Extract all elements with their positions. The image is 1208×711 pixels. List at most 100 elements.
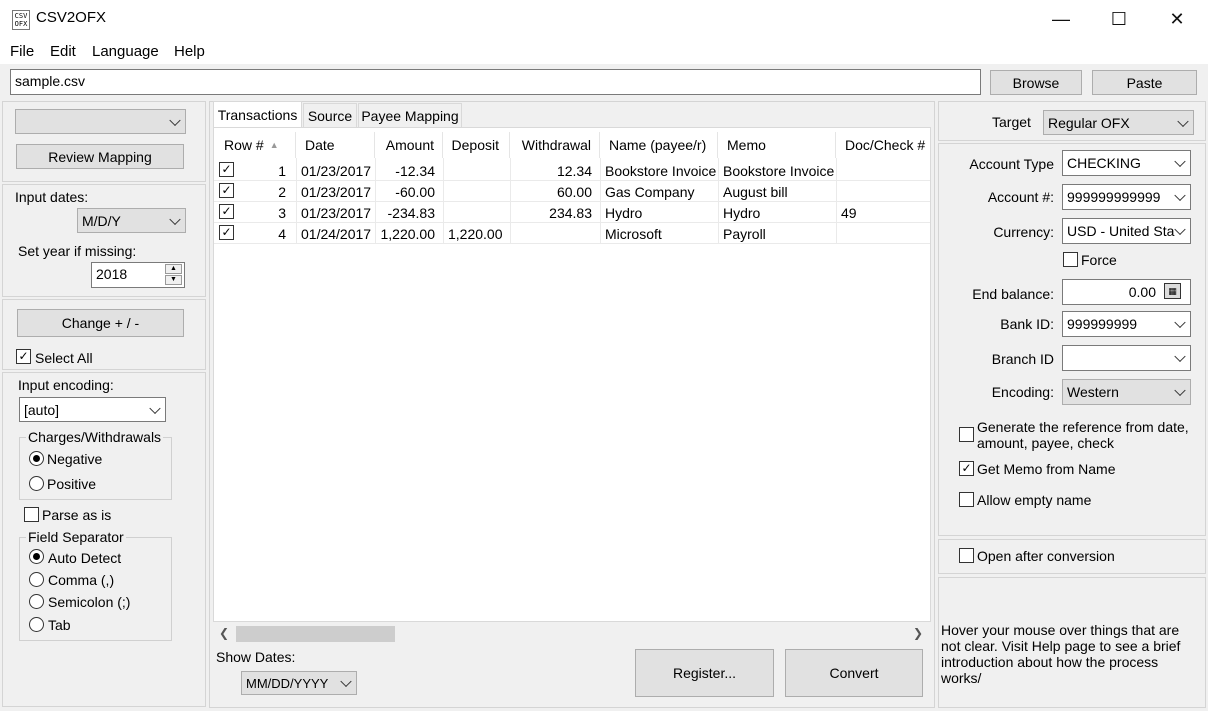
- browse-button[interactable]: Browse: [990, 70, 1082, 95]
- cell-amount[interactable]: -60.00: [376, 181, 443, 202]
- cell-name[interactable]: Hydro: [601, 202, 718, 223]
- positive-radio[interactable]: [29, 476, 44, 491]
- bank-id-dropdown[interactable]: 999999999: [1062, 311, 1191, 337]
- cell-doc[interactable]: [837, 181, 930, 202]
- cell-name[interactable]: Gas Company: [601, 181, 718, 202]
- minimize-button[interactable]: —: [1032, 0, 1090, 38]
- cell-memo[interactable]: August bill: [719, 181, 836, 202]
- cell-withdrawal[interactable]: 12.34: [511, 160, 600, 181]
- generate-reference-checkbox[interactable]: [959, 427, 974, 442]
- header-name[interactable]: Name (payee/r): [601, 132, 718, 158]
- menu-file[interactable]: File: [10, 43, 34, 60]
- cell-date[interactable]: 01/23/2017: [297, 160, 375, 181]
- tab-radio[interactable]: [29, 617, 44, 632]
- tab-transactions[interactable]: Transactions: [213, 101, 302, 128]
- register-button[interactable]: Register...: [635, 649, 774, 697]
- cell-amount[interactable]: 1,220.00: [376, 223, 443, 244]
- memo-from-name-checkbox[interactable]: ✓: [959, 461, 974, 476]
- cell-name[interactable]: Bookstore Invoice: [601, 160, 718, 181]
- cell-doc[interactable]: [837, 160, 930, 181]
- cell-deposit[interactable]: [444, 202, 510, 223]
- cell-memo[interactable]: Hydro: [719, 202, 836, 223]
- header-doc[interactable]: Doc/Check #: [837, 132, 930, 158]
- generate-reference-line1: Generate the reference from date,: [977, 419, 1189, 435]
- cell-num[interactable]: 1: [214, 160, 290, 181]
- account-type-value: CHECKING: [1067, 155, 1141, 171]
- cell-deposit[interactable]: [444, 181, 510, 202]
- cell-memo[interactable]: Payroll: [719, 223, 836, 244]
- header-deposit[interactable]: Deposit: [444, 132, 510, 158]
- account-type-dropdown[interactable]: CHECKING: [1062, 150, 1191, 176]
- header-date[interactable]: Date: [297, 132, 375, 158]
- menu-help[interactable]: Help: [174, 43, 205, 60]
- maximize-button[interactable]: ☐: [1090, 0, 1148, 38]
- header-amount[interactable]: Amount: [376, 132, 443, 158]
- review-mapping-button[interactable]: Review Mapping: [16, 144, 184, 169]
- show-dates-dropdown[interactable]: MM/DD/YYYY: [241, 671, 357, 695]
- stepper-down-icon[interactable]: ▼: [165, 275, 182, 285]
- open-after-checkbox[interactable]: [959, 548, 974, 563]
- allow-empty-name-checkbox[interactable]: [959, 492, 974, 507]
- title-bar: [0, 0, 1208, 38]
- end-balance-value: 0.00: [1128, 284, 1156, 300]
- stepper-up-icon[interactable]: ▲: [165, 264, 182, 274]
- semicolon-radio[interactable]: [29, 594, 44, 609]
- comma-radio[interactable]: [29, 572, 44, 587]
- cell-amount[interactable]: -234.83: [376, 202, 443, 223]
- target-dropdown[interactable]: Regular OFX: [1043, 110, 1194, 135]
- cell-num[interactable]: 4: [214, 223, 290, 244]
- header-withdrawal[interactable]: Withdrawal: [511, 132, 600, 158]
- input-encoding-dropdown[interactable]: [auto]: [19, 397, 166, 422]
- scroll-left-icon[interactable]: ❮: [219, 626, 229, 640]
- tab-payee-mapping[interactable]: Payee Mapping: [358, 103, 462, 127]
- cell-amount[interactable]: -12.34: [376, 160, 443, 181]
- scrollbar-thumb[interactable]: [236, 626, 395, 642]
- cell-memo[interactable]: Bookstore Invoice: [719, 160, 836, 181]
- currency-dropdown[interactable]: USD - United Sta: [1062, 218, 1191, 244]
- input-dates-dropdown[interactable]: M/D/Y: [77, 208, 186, 233]
- cell-num[interactable]: 3: [214, 202, 290, 223]
- cell-name[interactable]: Microsoft: [601, 223, 718, 244]
- cell-doc[interactable]: [837, 223, 930, 244]
- convert-button[interactable]: Convert: [785, 649, 923, 697]
- paste-button[interactable]: Paste: [1092, 70, 1197, 95]
- cell-withdrawal[interactable]: 234.83: [511, 202, 600, 223]
- parse-as-is-checkbox[interactable]: [24, 507, 39, 522]
- header-row-num[interactable]: Row # ▲: [214, 132, 296, 158]
- cell-date[interactable]: 01/24/2017: [297, 223, 375, 244]
- allow-empty-name-label: Allow empty name: [977, 492, 1092, 508]
- change-sign-button[interactable]: Change + / -: [17, 309, 184, 337]
- cell-withdrawal[interactable]: 60.00: [511, 181, 600, 202]
- app-icon: CSV OFX: [12, 10, 30, 30]
- profile-dropdown[interactable]: [15, 109, 186, 134]
- cell-withdrawal[interactable]: [511, 223, 600, 244]
- encoding-dropdown[interactable]: Western: [1062, 379, 1191, 405]
- force-checkbox[interactable]: [1063, 252, 1078, 267]
- close-button[interactable]: ✕: [1148, 0, 1206, 38]
- cell-date[interactable]: 01/23/2017: [297, 181, 375, 202]
- header-memo[interactable]: Memo: [719, 132, 836, 158]
- negative-radio[interactable]: [29, 451, 44, 466]
- cell-num[interactable]: 2: [214, 181, 290, 202]
- chevron-down-icon: [1174, 189, 1186, 202]
- header-row-num-label: Row #: [224, 137, 264, 153]
- branch-id-dropdown[interactable]: [1062, 345, 1191, 371]
- menu-language[interactable]: Language: [92, 43, 159, 60]
- calculator-icon[interactable]: ▦: [1164, 283, 1181, 299]
- select-all-checkbox[interactable]: ✓: [16, 349, 31, 364]
- chevron-down-icon: [169, 213, 181, 225]
- chevron-down-icon: [149, 402, 161, 414]
- separator-group-title: Field Separator: [26, 529, 126, 545]
- auto-detect-radio[interactable]: [29, 549, 44, 564]
- cell-date[interactable]: 01/23/2017: [297, 202, 375, 223]
- cell-deposit[interactable]: 1,220.00: [444, 223, 510, 244]
- file-path-input[interactable]: sample.csv: [10, 69, 981, 95]
- column-divider: [443, 158, 444, 244]
- scroll-right-icon[interactable]: ❯: [913, 626, 923, 640]
- cell-doc[interactable]: 49: [837, 202, 930, 223]
- account-number-dropdown[interactable]: 999999999999: [1062, 184, 1191, 210]
- menu-edit[interactable]: Edit: [50, 43, 76, 60]
- tab-source[interactable]: Source: [303, 103, 357, 127]
- memo-from-name-label: Get Memo from Name: [977, 461, 1116, 477]
- cell-deposit[interactable]: [444, 160, 510, 181]
